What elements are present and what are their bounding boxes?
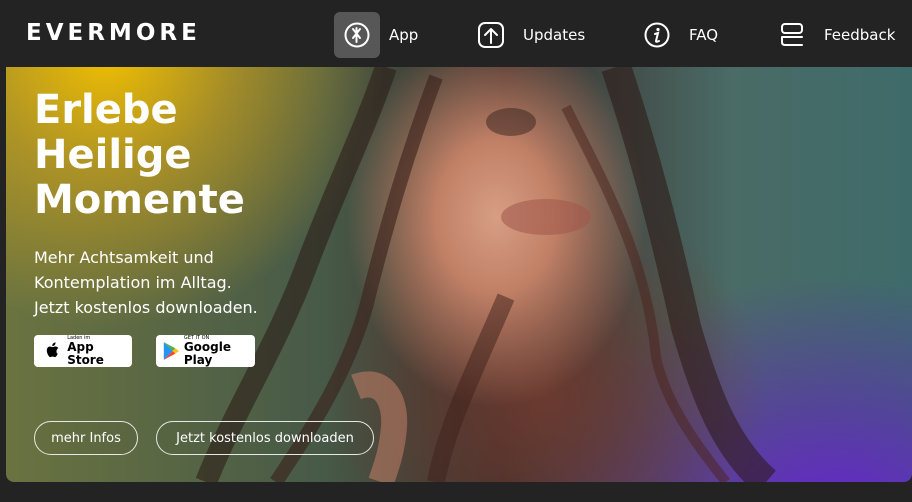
app-store-big-text: App Store: [67, 340, 104, 367]
nav-item-app[interactable]: App: [334, 12, 418, 58]
hero-title-line: Momente: [34, 177, 245, 223]
arrow-up-icon: [468, 12, 514, 58]
hero-title-line: Heilige: [34, 132, 192, 178]
top-navbar: EVERMORE App Updates FAQ Feedback: [0, 0, 912, 67]
info-icon: [634, 12, 680, 58]
hero-subtitle-line: Kontemplation im Alltag.: [34, 273, 232, 292]
nav-item-faq-label: FAQ: [689, 26, 719, 44]
hero-title-line: Erlebe: [34, 87, 178, 133]
hero-title: Erlebe Heilige Momente: [34, 88, 245, 223]
hero-banner: Erlebe Heilige Momente Mehr Achtsamkeit …: [6, 67, 912, 482]
nav-item-updates[interactable]: Updates: [468, 12, 585, 58]
more-info-button[interactable]: mehr Infos: [34, 421, 138, 455]
hero-subtitle-line: Mehr Achtsamkeit und: [34, 248, 214, 267]
nav-item-updates-label: Updates: [523, 26, 586, 44]
google-play-icon: [163, 342, 179, 360]
app-store-badge-button[interactable]: Laden im App Store: [34, 335, 132, 367]
feedback-icon: [769, 12, 815, 58]
download-free-button[interactable]: Jetzt kostenlos downloaden: [156, 421, 374, 455]
apple-icon: [46, 342, 59, 358]
hero-subtitle-line: Jetzt kostenlos downloaden.: [34, 298, 258, 317]
evermore-logo[interactable]: EVERMORE: [26, 20, 201, 46]
hero-subtitle: Mehr Achtsamkeit und Kontemplation im Al…: [34, 245, 258, 320]
nav-item-app-label: App: [389, 26, 419, 44]
nav-item-feedback[interactable]: Feedback: [769, 12, 895, 58]
google-play-big-text: Google Play: [183, 340, 232, 367]
google-play-badge-button[interactable]: GET IT ON Google Play: [156, 335, 255, 367]
nav-item-feedback-label: Feedback: [824, 26, 896, 44]
nav-item-faq[interactable]: FAQ: [634, 12, 718, 58]
app-logo-icon: [334, 12, 380, 58]
